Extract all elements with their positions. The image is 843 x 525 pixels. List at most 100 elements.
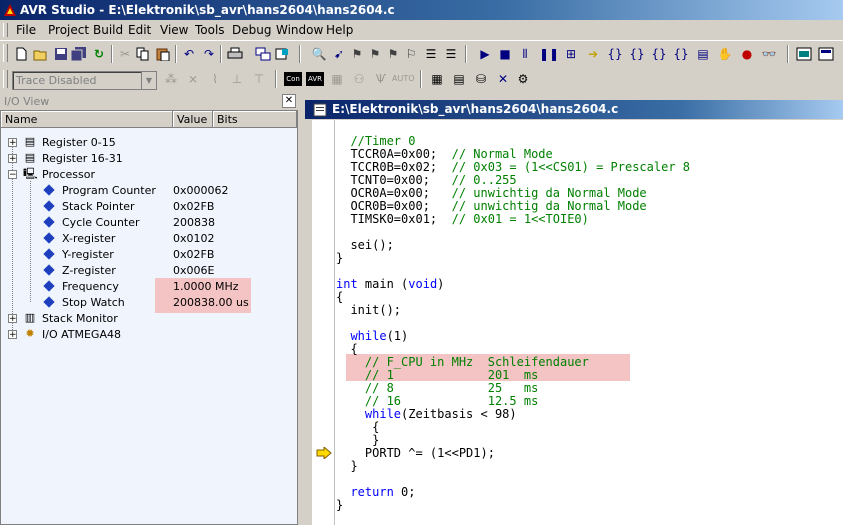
reload-icon[interactable]: ↻: [90, 45, 108, 63]
chevron-down-icon[interactable]: ▼: [141, 72, 156, 89]
step-into-icon[interactable]: {}: [606, 45, 624, 63]
paste-icon[interactable]: [154, 45, 172, 63]
editor-gutter[interactable]: [312, 120, 335, 525]
avr-button[interactable]: AVR: [306, 72, 324, 86]
column-header-name[interactable]: Name: [1, 111, 173, 128]
tree-item-frequency[interactable]: Frequency 1.0000 MHz: [1, 278, 297, 294]
save-all-icon[interactable]: [70, 45, 88, 63]
expand-icon[interactable]: +: [8, 138, 17, 148]
bookmark-list-icon[interactable]: ⚐: [402, 45, 420, 63]
trace-down-icon[interactable]: ⊥: [228, 70, 246, 88]
trace-clear-icon[interactable]: ⌇: [206, 70, 224, 88]
memory-view-icon[interactable]: [795, 45, 813, 63]
column-header-bits[interactable]: Bits: [213, 111, 297, 128]
tree-item-stop-watch[interactable]: Stop Watch 200838.00 us: [1, 294, 297, 310]
collapse-icon[interactable]: −: [8, 170, 17, 180]
expand-icon[interactable]: +: [8, 330, 17, 340]
menu-window[interactable]: Window: [276, 23, 323, 37]
tree-item-register-0-15[interactable]: + ▤ Register 0-15: [1, 134, 297, 150]
find-icon[interactable]: 🔍: [310, 45, 328, 63]
code-line[interactable]: int main (void): [336, 278, 444, 291]
code-line[interactable]: }: [336, 252, 343, 265]
menu-project[interactable]: Project: [48, 23, 89, 37]
step-arrow-icon[interactable]: ➔: [584, 45, 602, 63]
menu-grip[interactable]: [3, 23, 8, 37]
copy-icon[interactable]: [134, 45, 152, 63]
step-over-icon[interactable]: {}: [628, 45, 646, 63]
goto-icon[interactable]: ➹: [330, 45, 348, 63]
menu-debug[interactable]: Debug: [232, 23, 271, 37]
hand-icon[interactable]: ✋: [716, 45, 734, 63]
bookmark-clear-icon[interactable]: ⚑: [384, 45, 402, 63]
open-folder-icon[interactable]: [32, 45, 50, 63]
print-icon[interactable]: [226, 45, 244, 63]
code-line[interactable]: init();: [336, 304, 401, 317]
menu-edit[interactable]: Edit: [128, 23, 151, 37]
menu-tools[interactable]: Tools: [195, 23, 225, 37]
auto-step-icon[interactable]: ▤: [694, 45, 712, 63]
new-file-icon[interactable]: [12, 45, 30, 63]
table-icon[interactable]: ▤: [450, 70, 468, 88]
tree-item-cycle-counter[interactable]: Cycle Counter 200838: [1, 214, 297, 230]
undo-icon[interactable]: ↶: [180, 45, 198, 63]
tree-item-z-register[interactable]: Z-register 0x006E: [1, 262, 297, 278]
stop-icon[interactable]: ■: [496, 45, 514, 63]
menu-build[interactable]: Build: [93, 23, 123, 37]
code-line[interactable]: sei();: [336, 239, 393, 252]
trace-step-icon[interactable]: ⨯: [184, 70, 202, 88]
code-line[interactable]: }: [336, 499, 343, 512]
trace-up-icon[interactable]: ⊤: [250, 70, 268, 88]
tree-item-program-counter[interactable]: Program Counter 0x000062: [1, 182, 297, 198]
code-line[interactable]: return 0;: [336, 486, 415, 499]
expand-icon[interactable]: +: [8, 154, 17, 164]
code-line[interactable]: PORTD ^= (1<<PD1);: [336, 447, 495, 460]
expand-icon[interactable]: +: [8, 314, 17, 324]
reset-icon[interactable]: ⦀: [516, 45, 534, 63]
tree-item-x-register[interactable]: X-register 0x0102: [1, 230, 297, 246]
pane-splitter[interactable]: [298, 92, 305, 525]
register-view-icon[interactable]: [817, 45, 835, 63]
tree-item-processor[interactable]: − 🖳 Processor: [1, 166, 297, 182]
toggle-bookmark-icon[interactable]: [274, 45, 292, 63]
tree-item-io-atmega48[interactable]: + ✹ I/O ATMEGA48: [1, 326, 297, 342]
breakpoint-icon[interactable]: ●: [738, 45, 756, 63]
redo-icon[interactable]: ↷: [200, 45, 218, 63]
step-out-icon[interactable]: {}: [650, 45, 668, 63]
menu-file[interactable]: File: [16, 23, 36, 37]
con-button[interactable]: Con: [284, 72, 302, 86]
tree-item-stack-pointer[interactable]: Stack Pointer 0x02FB: [1, 198, 297, 214]
trace-filter-icon[interactable]: ⁂: [162, 70, 180, 88]
watch-icon[interactable]: 👓: [760, 45, 778, 63]
break-icon[interactable]: ❚❚: [539, 45, 559, 63]
branch-icon[interactable]: Ѱ: [372, 70, 390, 88]
trace-mode-select[interactable]: Trace Disabled ▼: [12, 71, 157, 90]
keyboard-icon[interactable]: ▦: [428, 70, 446, 88]
cut-icon[interactable]: ✂: [116, 45, 134, 63]
stack-icon[interactable]: ⛁: [472, 70, 490, 88]
bookmark-prev-icon[interactable]: ⚑: [366, 45, 384, 63]
connect-icon[interactable]: ⚇: [350, 70, 368, 88]
tree-item-stack-monitor[interactable]: + ▥ Stack Monitor: [1, 310, 297, 326]
settings-gear-icon[interactable]: ⚙: [514, 70, 532, 88]
bookmark-next-icon[interactable]: ⚑: [348, 45, 366, 63]
toolbar-grip[interactable]: [3, 70, 8, 88]
tree-item-register-16-31[interactable]: + ▤ Register 16-31: [1, 150, 297, 166]
close-x-icon[interactable]: ✕: [494, 70, 512, 88]
tree-item-y-register[interactable]: Y-register 0x02FB: [1, 246, 297, 262]
auto-button[interactable]: AUTO: [392, 74, 415, 83]
menu-help[interactable]: Help: [326, 23, 353, 37]
show-next-statement-icon[interactable]: ⊞: [562, 45, 580, 63]
code-line[interactable]: }: [336, 460, 357, 473]
toolbar-grip[interactable]: [3, 44, 8, 62]
outdent-icon[interactable]: ☰: [442, 45, 460, 63]
run-to-cursor-icon[interactable]: {}: [672, 45, 690, 63]
code-line[interactable]: TIMSK0=0x01; // 0x01 = 1<<TOIE0): [336, 213, 588, 226]
chip-icon[interactable]: ▦: [328, 70, 346, 88]
run-icon[interactable]: ▶: [476, 45, 494, 63]
column-header-value[interactable]: Value: [173, 111, 213, 128]
save-icon[interactable]: [52, 45, 70, 63]
close-icon[interactable]: ✕: [282, 94, 296, 108]
menu-view[interactable]: View: [160, 23, 188, 37]
indent-icon[interactable]: ☰: [422, 45, 440, 63]
window-tile-icon[interactable]: [254, 45, 272, 63]
